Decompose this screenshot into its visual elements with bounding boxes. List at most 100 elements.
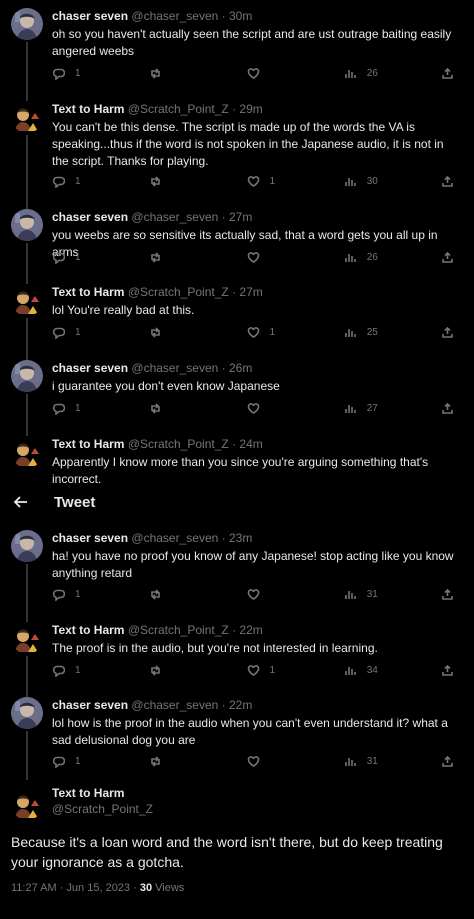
author-name[interactable]: Text to Harm <box>52 786 124 800</box>
share-button[interactable] <box>441 175 454 188</box>
retweet-button[interactable] <box>149 402 219 415</box>
reply-tweet[interactable]: chaser seven @chaser_seven · 27m you weeb… <box>0 201 474 276</box>
reply-tweet[interactable]: Text to Harm @Scratch_Point_Z · 22m The p… <box>0 614 474 689</box>
reply-tweet[interactable]: Text to Harm @Scratch_Point_Z · 27m lol Y… <box>0 276 474 352</box>
author-handle[interactable]: @Scratch_Point_Z <box>52 802 153 816</box>
timestamp[interactable]: 29m <box>239 102 262 116</box>
author-handle[interactable]: @Scratch_Point_Z <box>128 102 229 116</box>
views-button[interactable]: 31 <box>344 755 414 768</box>
author-name[interactable]: chaser seven <box>52 698 128 712</box>
views-button[interactable]: 31 <box>344 588 414 601</box>
reply-button[interactable]: 1 <box>52 588 122 601</box>
like-button[interactable] <box>247 251 317 264</box>
author-name[interactable]: chaser seven <box>52 531 128 545</box>
reply-button[interactable]: 1 <box>52 251 122 264</box>
author-name[interactable]: chaser seven <box>52 210 128 224</box>
timestamp[interactable]: 30m <box>229 9 252 23</box>
avatar[interactable] <box>11 8 43 40</box>
author-handle[interactable]: @chaser_seven <box>131 531 218 545</box>
author-name[interactable]: Text to Harm <box>52 102 124 116</box>
author-handle[interactable]: @chaser_seven <box>131 9 218 23</box>
timestamp[interactable]: 22m <box>229 698 252 712</box>
avatar[interactable] <box>11 284 43 316</box>
like-button[interactable]: 1 <box>247 326 317 339</box>
timestamp[interactable]: 24m <box>239 437 262 451</box>
avatar[interactable] <box>11 788 43 820</box>
reply-icon <box>52 402 65 415</box>
timestamp[interactable]: 23m <box>229 531 252 545</box>
avatar[interactable] <box>11 530 43 562</box>
views-count: 34 <box>366 664 378 676</box>
views-button[interactable]: 25 <box>344 326 414 339</box>
share-button[interactable] <box>441 67 454 80</box>
action-bar: 1 31 <box>52 752 454 770</box>
timestamp[interactable]: 22m <box>239 623 262 637</box>
retweet-button[interactable] <box>149 251 219 264</box>
author-handle[interactable]: @chaser_seven <box>131 361 218 375</box>
reply-icon <box>52 664 65 677</box>
author-handle[interactable]: @Scratch_Point_Z <box>128 437 229 451</box>
like-button[interactable]: 1 <box>247 664 317 677</box>
separator-dot: · <box>221 9 226 23</box>
timestamp[interactable]: 27m <box>239 285 262 299</box>
reply-tweet[interactable]: chaser seven @chaser_seven · 22m lol how … <box>0 689 474 780</box>
author-name[interactable]: Text to Harm <box>52 437 124 451</box>
retweet-button[interactable] <box>149 175 219 188</box>
avatar[interactable] <box>11 360 43 392</box>
reply-button[interactable]: 1 <box>52 175 122 188</box>
reply-tweet[interactable]: Text to Harm @Scratch_Point_Z · 24m Appar… <box>0 428 474 484</box>
author-name[interactable]: Text to Harm <box>52 285 124 299</box>
like-button[interactable] <box>247 755 317 768</box>
avatar[interactable] <box>11 436 43 468</box>
like-icon <box>247 67 260 80</box>
reply-tweet[interactable]: chaser seven @chaser_seven · 26m i guaran… <box>0 352 474 428</box>
share-button[interactable] <box>441 402 454 415</box>
author-name[interactable]: chaser seven <box>52 361 128 375</box>
timestamp[interactable]: 11:27 AM · Jun 15, 2023 · <box>11 882 140 894</box>
top-bar: Tweet <box>0 490 474 514</box>
back-arrow-icon[interactable] <box>12 493 30 511</box>
retweet-button[interactable] <box>149 326 219 339</box>
reply-button[interactable]: 1 <box>52 326 122 339</box>
reply-button[interactable]: 1 <box>52 402 122 415</box>
retweet-button[interactable] <box>149 67 219 80</box>
avatar[interactable] <box>11 209 43 241</box>
timestamp[interactable]: 27m <box>229 210 252 224</box>
views-button[interactable]: 30 <box>344 175 414 188</box>
author-handle[interactable]: @chaser_seven <box>131 210 218 224</box>
share-button[interactable] <box>441 326 454 339</box>
views-button[interactable]: 26 <box>344 67 414 80</box>
author-handle[interactable]: @Scratch_Point_Z <box>128 285 229 299</box>
retweet-button[interactable] <box>149 755 219 768</box>
author-handle[interactable]: @Scratch_Point_Z <box>128 623 229 637</box>
author-handle[interactable]: @chaser_seven <box>131 698 218 712</box>
avatar[interactable] <box>11 697 43 729</box>
share-icon <box>441 755 454 768</box>
share-button[interactable] <box>441 664 454 677</box>
tweet-header: chaser seven @chaser_seven · 27m <box>52 209 462 225</box>
views-count: 27 <box>366 402 378 414</box>
retweet-button[interactable] <box>149 588 219 601</box>
share-button[interactable] <box>441 251 454 264</box>
avatar[interactable] <box>11 101 43 133</box>
reply-tweet[interactable]: chaser seven @chaser_seven · 30m oh so yo… <box>0 0 474 93</box>
like-button[interactable]: 1 <box>247 175 317 188</box>
views-button[interactable]: 34 <box>344 664 414 677</box>
author-name[interactable]: chaser seven <box>52 9 128 23</box>
reply-button[interactable]: 1 <box>52 67 122 80</box>
retweet-button[interactable] <box>149 664 219 677</box>
like-button[interactable] <box>247 67 317 80</box>
reply-button[interactable]: 1 <box>52 755 122 768</box>
avatar[interactable] <box>11 622 43 654</box>
share-button[interactable] <box>441 755 454 768</box>
reply-tweet[interactable]: Text to Harm @Scratch_Point_Z · 29m You c… <box>0 93 474 201</box>
reply-button[interactable]: 1 <box>52 664 122 677</box>
views-button[interactable]: 27 <box>344 402 414 415</box>
author-name[interactable]: Text to Harm <box>52 623 124 637</box>
share-button[interactable] <box>441 588 454 601</box>
like-button[interactable] <box>247 402 317 415</box>
views-button[interactable]: 26 <box>344 251 414 264</box>
reply-tweet[interactable]: chaser seven @chaser_seven · 23m ha! you … <box>0 522 474 614</box>
timestamp[interactable]: 26m <box>229 361 252 375</box>
like-button[interactable] <box>247 588 317 601</box>
